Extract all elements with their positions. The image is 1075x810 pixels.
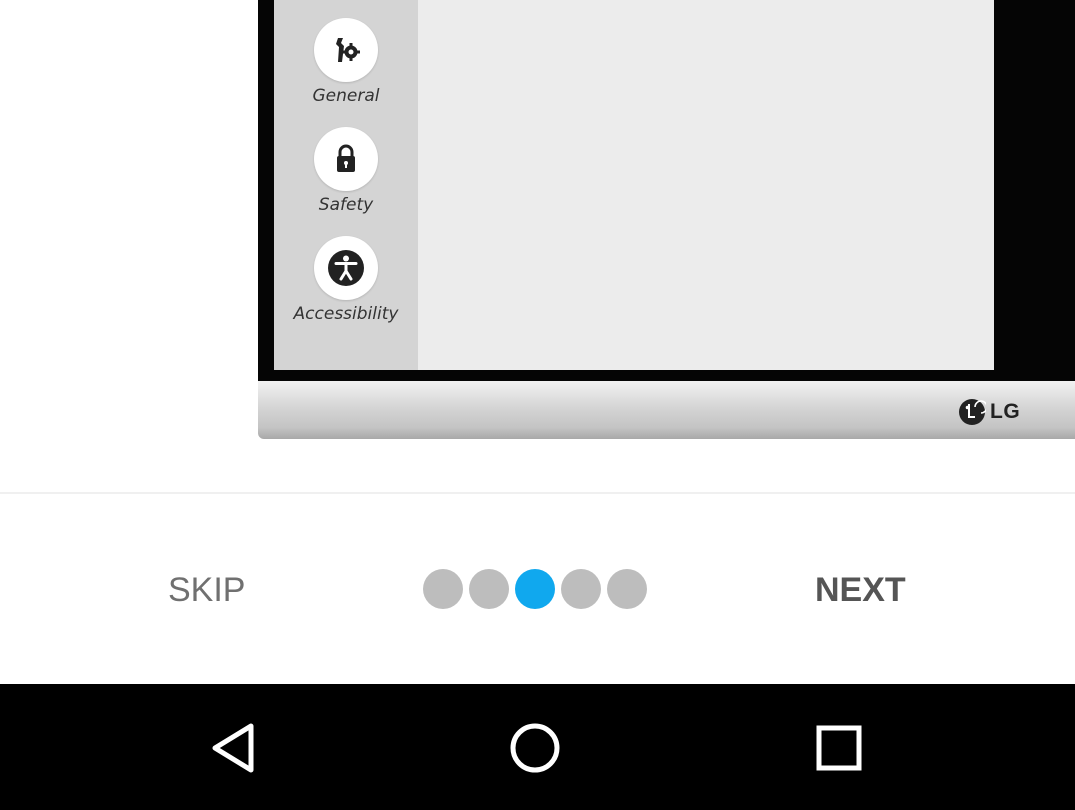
menu-item-accessibility: Accessibility xyxy=(274,236,418,324)
skip-button[interactable]: SKIP xyxy=(168,571,245,610)
recents-square-icon[interactable] xyxy=(813,722,865,774)
lg-logo: LG xyxy=(958,398,1020,426)
tv-illustration: General Safety Accessibility LG xyxy=(0,0,1075,492)
menu-item-safety: Safety xyxy=(274,127,418,215)
page-dot-4 xyxy=(561,569,601,609)
page-dot-2 xyxy=(469,569,509,609)
next-button[interactable]: NEXT xyxy=(815,571,906,610)
page-dot-3-active xyxy=(515,569,555,609)
lock-icon xyxy=(314,127,378,191)
menu-item-general: General xyxy=(274,18,418,106)
menu-label-general: General xyxy=(312,86,380,106)
page-dot-5 xyxy=(607,569,647,609)
lg-face-icon xyxy=(959,399,986,425)
page-indicator xyxy=(423,569,647,609)
home-circle-icon[interactable] xyxy=(509,722,561,774)
menu-label-safety: Safety xyxy=(318,195,374,215)
page-dot-1 xyxy=(423,569,463,609)
navigation-bar xyxy=(0,684,1075,810)
wrench-gear-icon xyxy=(314,18,378,82)
tv-stand xyxy=(258,381,1075,439)
divider xyxy=(0,492,1075,494)
accessibility-icon xyxy=(314,236,378,300)
menu-label-accessibility: Accessibility xyxy=(293,304,399,324)
lg-logo-text: LG xyxy=(990,400,1021,423)
back-triangle-icon[interactable] xyxy=(207,722,259,774)
tv-settings-menu: General Safety Accessibility xyxy=(274,0,418,370)
